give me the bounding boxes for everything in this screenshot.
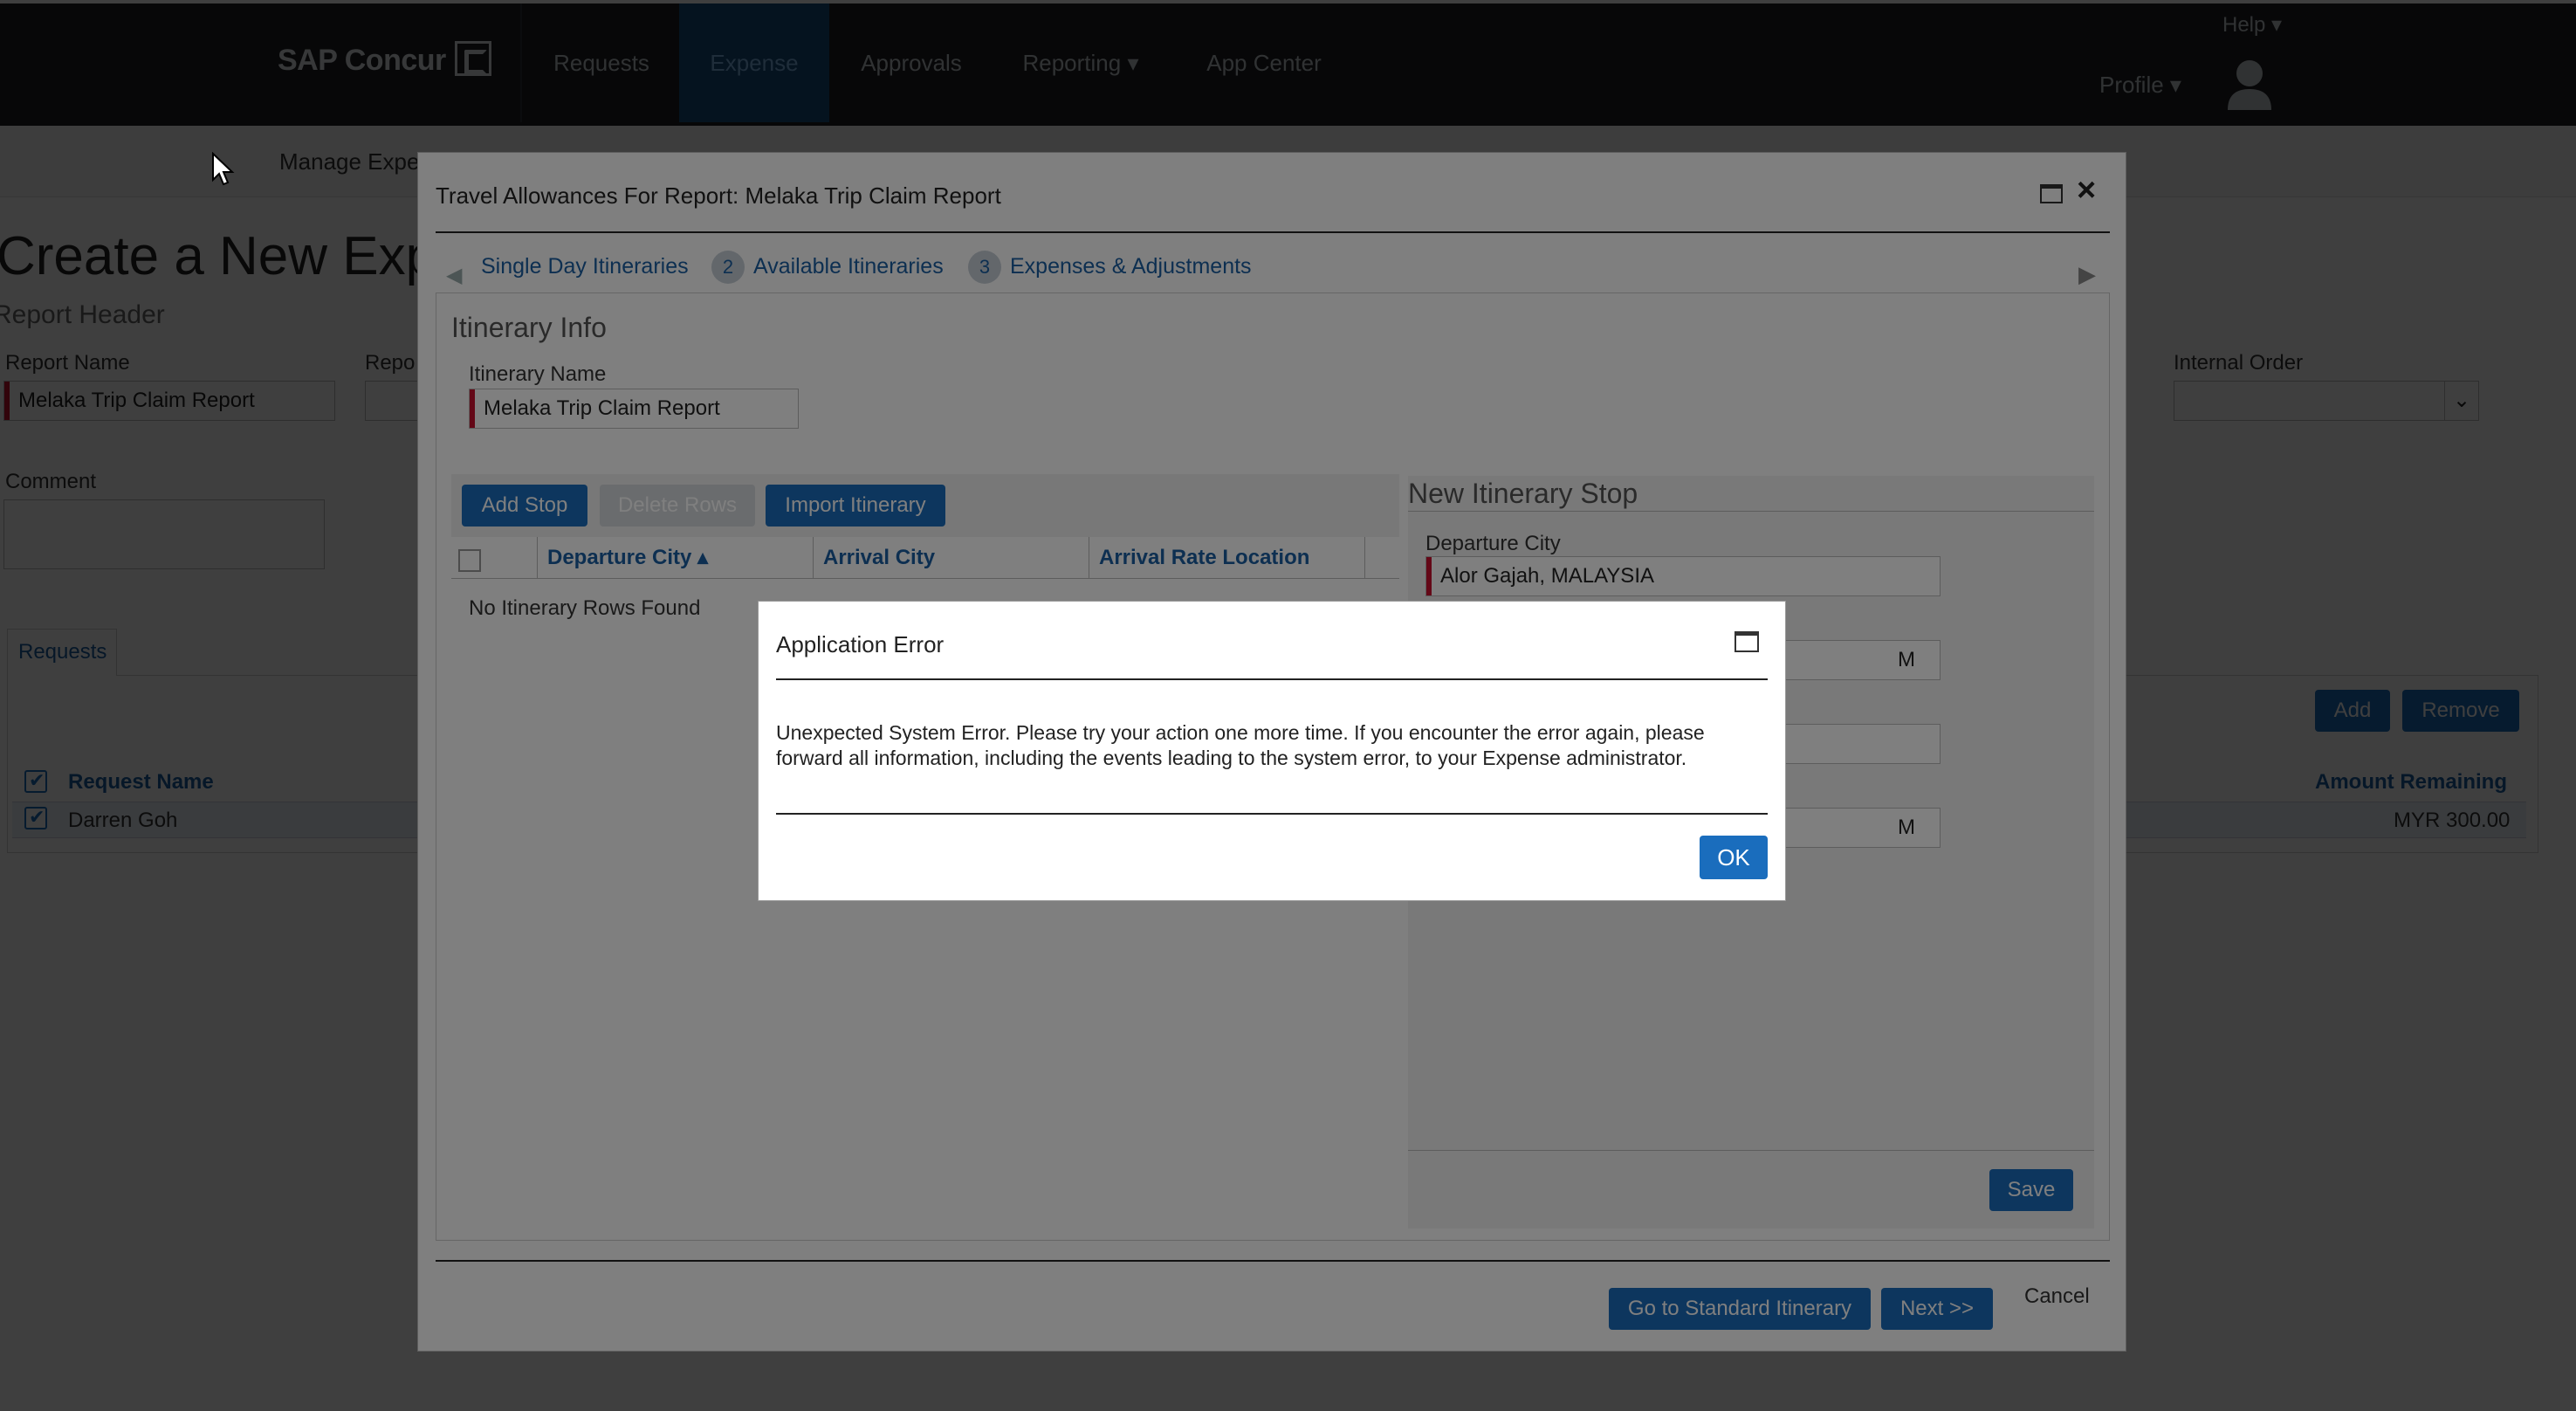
error-title-divider xyxy=(776,678,1768,680)
maximize-icon[interactable] xyxy=(1735,631,1759,652)
mouse-cursor-icon xyxy=(212,152,235,186)
error-footer-divider xyxy=(776,813,1768,815)
error-dialog-title: Application Error xyxy=(776,631,945,657)
error-message: Unexpected System Error. Please try your… xyxy=(776,721,1705,769)
application-error-dialog: Application Error Unexpected System Erro… xyxy=(758,601,1786,901)
ok-button[interactable]: OK xyxy=(1700,836,1768,879)
